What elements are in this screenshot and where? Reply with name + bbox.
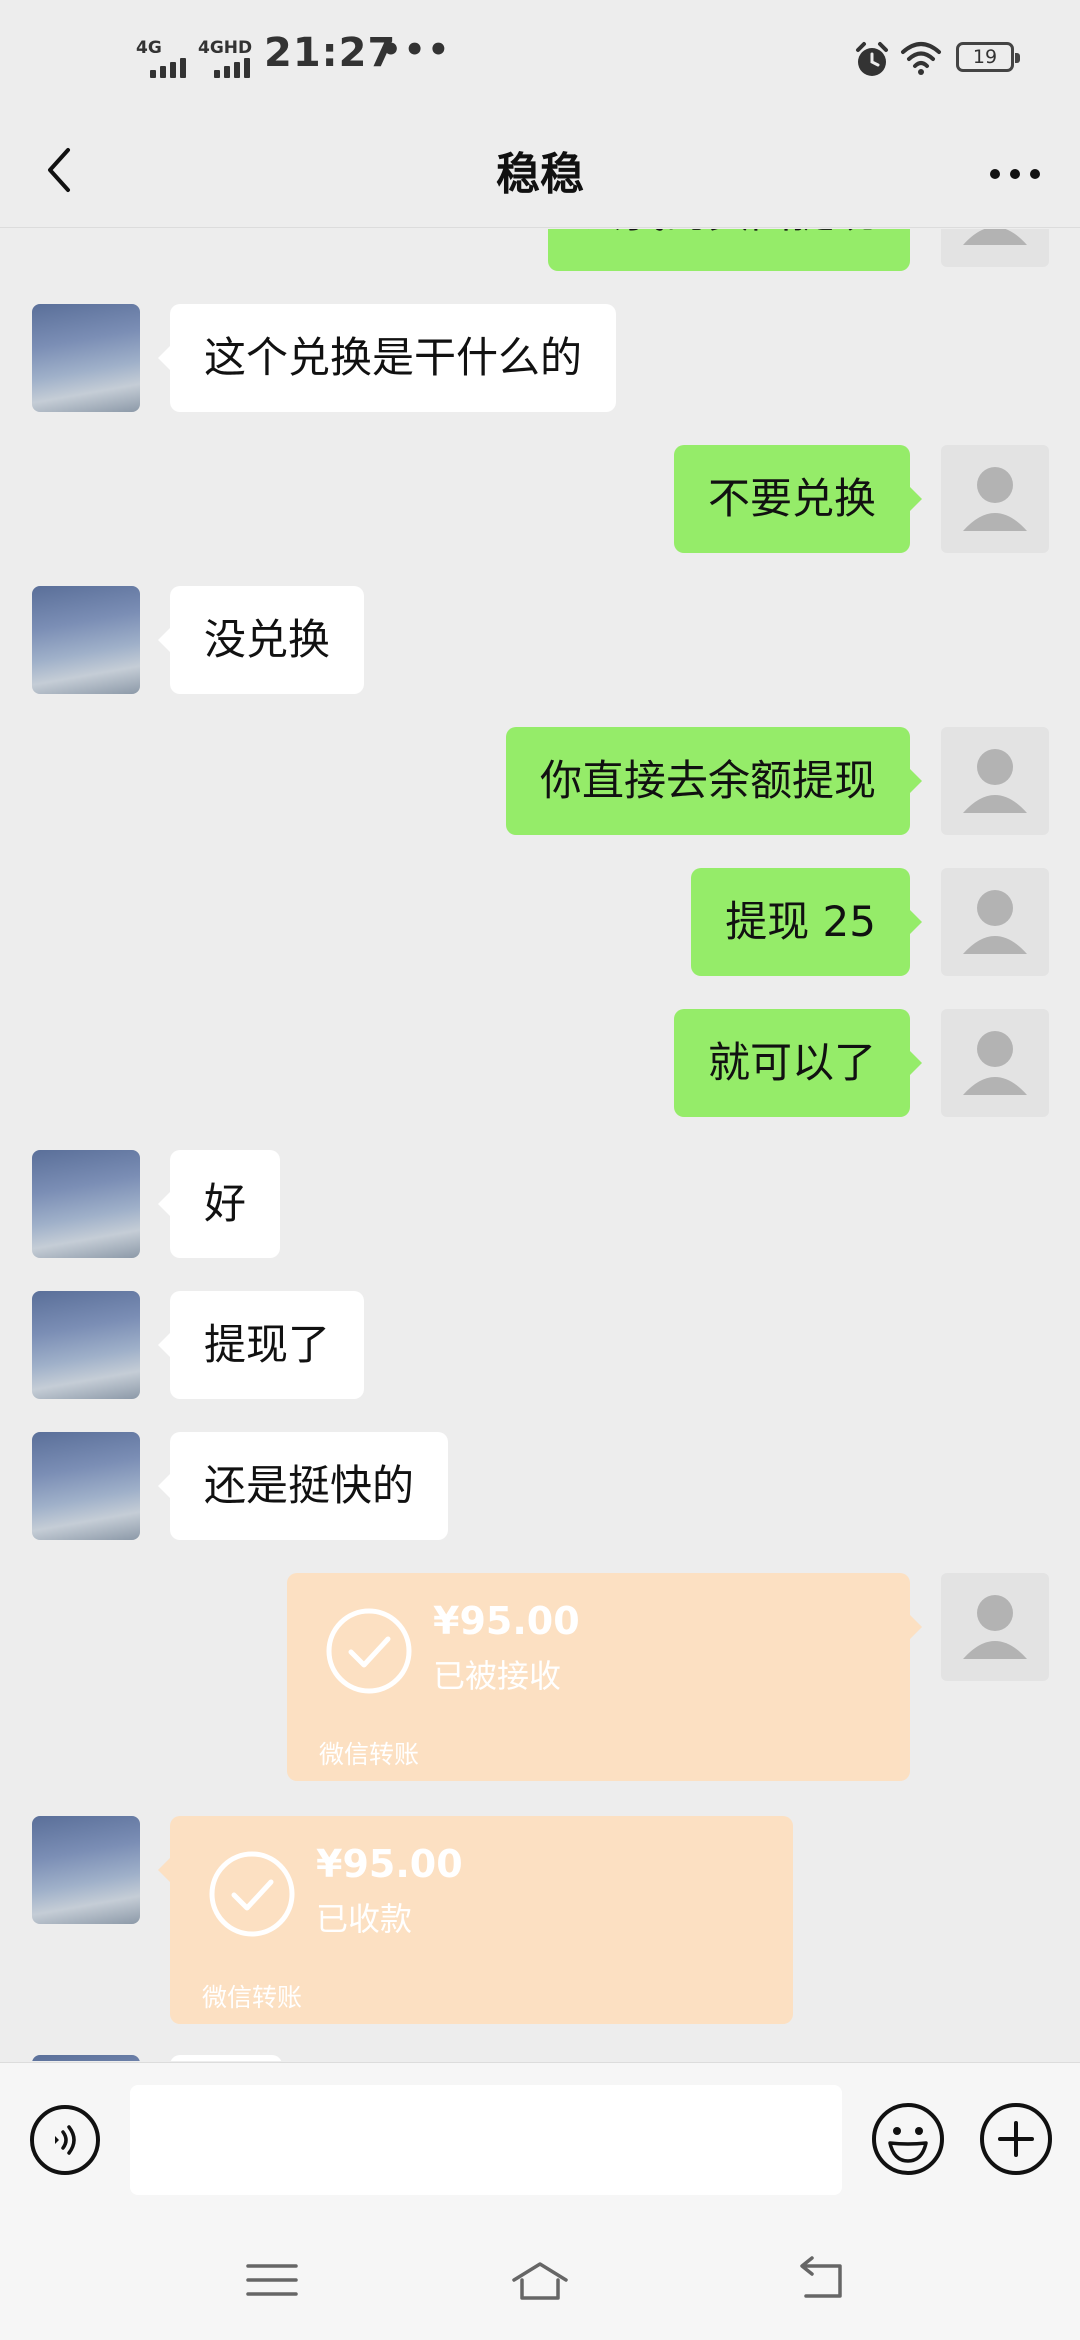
menu-icon[interactable]: [242, 2250, 302, 2310]
back-icon[interactable]: [794, 2250, 854, 2310]
message-input[interactable]: [130, 2085, 842, 2195]
my-avatar[interactable]: [941, 1009, 1049, 1117]
contact-avatar[interactable]: [32, 586, 140, 694]
default-avatar-icon: [963, 229, 1027, 245]
check-circle-icon: [326, 1608, 412, 1694]
alarm-icon: [856, 42, 888, 76]
message-bubble-in[interactable]: 还是挺快的: [157, 1432, 449, 1540]
contact-avatar[interactable]: [32, 1432, 140, 1540]
voice-icon[interactable]: [28, 2103, 102, 2177]
message-bubble-out[interactable]: 你直接去余额提现: [505, 727, 923, 835]
my-avatar[interactable]: [941, 868, 1049, 976]
system-nav-bar: [0, 2220, 1080, 2340]
default-avatar-icon: [963, 1031, 1027, 1095]
more-dots-icon[interactable]: [980, 140, 1050, 200]
message-bubble-in[interactable]: 提现了: [157, 1291, 365, 1399]
transfer-label: 微信转账: [319, 1740, 420, 1769]
chat-header: 稳稳: [0, 116, 1080, 228]
message-bubble-out[interactable]: 去我的页面提现: [547, 229, 910, 271]
contact-avatar[interactable]: [32, 304, 140, 412]
wifi-icon: [901, 42, 941, 75]
network-label-1: 4G: [136, 38, 162, 58]
contact-avatar[interactable]: [32, 1816, 140, 1924]
contact-avatar[interactable]: [32, 2055, 140, 2061]
signal-icon: [150, 58, 186, 78]
transfer-amount: ¥95.00: [433, 1599, 580, 1643]
default-avatar-icon: [963, 467, 1027, 531]
message-bubble-out[interactable]: 不要兑换: [673, 445, 923, 553]
transfer-amount: ¥95.00: [316, 1842, 463, 1886]
message-bubble-in[interactable]: 好: [157, 1150, 281, 1258]
battery-icon: 19: [956, 42, 1020, 72]
my-avatar[interactable]: [941, 727, 1049, 835]
network-label-2: 4GHD: [198, 38, 253, 58]
default-avatar-icon: [963, 1595, 1027, 1659]
default-avatar-icon: [963, 890, 1027, 954]
status-overflow-dots: •••: [380, 30, 452, 70]
signal-icon-2: [214, 58, 250, 78]
message-bubble-in[interactable]: [170, 2055, 282, 2061]
message-bubble-in[interactable]: 这个兑换是干什么的: [157, 304, 617, 412]
contact-avatar[interactable]: [32, 1150, 140, 1258]
chat-message-list[interactable]: 去我的页面提现 这个兑换是干什么的 不要兑换 没兑换 你直接去余额提现 提现 2…: [0, 229, 1080, 2061]
transfer-label: 微信转账: [202, 1983, 303, 2012]
status-time: 21:27: [264, 30, 397, 76]
message-bubble-out[interactable]: 就可以了: [673, 1009, 923, 1117]
contact-avatar[interactable]: [32, 1291, 140, 1399]
input-bar: [0, 2062, 1080, 2220]
default-avatar-icon: [963, 749, 1027, 813]
status-bar: 4G 4GHD 21:27 ••• 19: [0, 0, 1080, 116]
emoji-icon[interactable]: [870, 2101, 946, 2177]
check-circle-icon: [209, 1851, 295, 1937]
transfer-status: 已被接收: [433, 1657, 562, 1695]
transfer-status: 已收款: [316, 1900, 413, 1938]
message-bubble-in[interactable]: 没兑换: [157, 586, 365, 694]
battery-level: 19: [972, 46, 998, 68]
my-avatar[interactable]: [941, 229, 1049, 267]
chat-title: 稳稳: [496, 149, 584, 200]
message-bubble-out[interactable]: 提现 25: [691, 868, 922, 976]
transfer-card-out[interactable]: ¥95.00 已被接收 微信转账: [287, 1573, 922, 1781]
transfer-card-in[interactable]: ¥95.00 已收款 微信转账: [158, 1816, 793, 2024]
home-icon[interactable]: [510, 2250, 570, 2310]
my-avatar[interactable]: [941, 1573, 1049, 1681]
my-avatar[interactable]: [941, 445, 1049, 553]
plus-icon[interactable]: [978, 2101, 1054, 2177]
